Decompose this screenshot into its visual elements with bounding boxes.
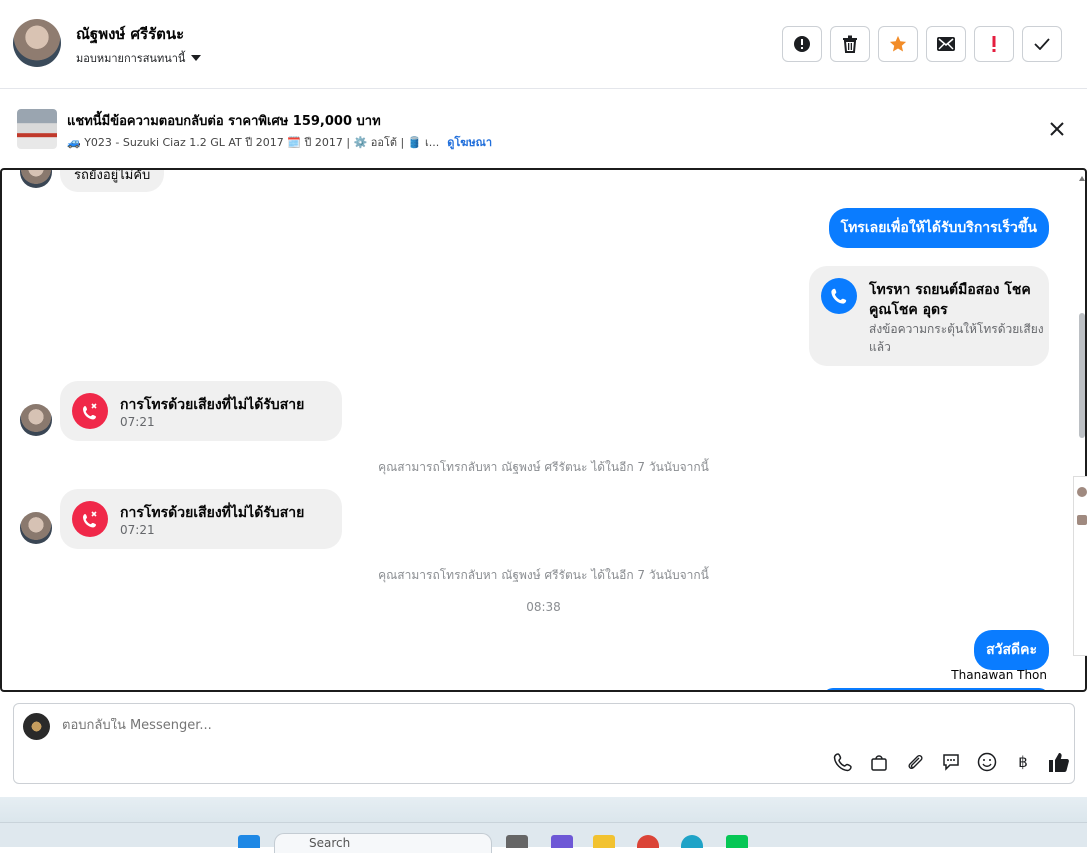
contact-avatar-small <box>20 512 52 544</box>
missed-call-time: 07:21 <box>120 523 155 537</box>
sender-name: Thanawan Thon <box>951 668 1047 682</box>
outgoing-message[interactable]: สวัสดีคะ <box>974 630 1049 670</box>
listing-subtitle-row: 🚙 Y023 - Suzuki Ciaz 1.2 GL AT ปี 2017 🗓… <box>67 133 492 151</box>
mark-unread-button[interactable] <box>926 26 966 62</box>
reply-composer: ฿ <box>13 703 1075 784</box>
callback-note: คุณสามารถโทรกลับหา ณัฐพงษ์ ศรีรัตนะ ได้ใ… <box>378 568 709 582</box>
listing-title: แชทนี้มีข้อความตอบกลับต่อ ราคาพิเศษ 159,… <box>67 114 381 129</box>
saved-reply-icon[interactable] <box>940 751 962 773</box>
missed-call-title: การโทรด้วยเสียงที่ไม่ได้รับสาย <box>120 397 305 413</box>
composer-toolbar: ฿ <box>832 751 1070 773</box>
call-prompt-card[interactable]: โทรหา รถยนต์มือสอง โชคคูณโชค อุดร ส่งข้อ… <box>809 266 1049 366</box>
report-button[interactable] <box>782 26 822 62</box>
assign-label: มอบหมายการสนทนานี้ <box>76 52 186 65</box>
baht-icon[interactable]: ฿ <box>1012 751 1034 773</box>
view-ad-link[interactable]: ดูโฆษณา <box>447 133 492 151</box>
taskbar-search[interactable]: Search <box>274 833 492 853</box>
missed-call-icon <box>72 393 108 429</box>
star-icon <box>889 35 907 52</box>
chrome-icon[interactable] <box>637 835 659 848</box>
envelope-icon <box>937 37 955 51</box>
scroll-thumb[interactable] <box>1079 313 1085 438</box>
call-prompt-title: โทรหา รถยนต์มือสอง โชคคูณโชค อุดร <box>869 282 1031 318</box>
missed-call-time: 07:21 <box>120 415 155 429</box>
listing-banner: แชทนี้มีข้อความตอบกลับต่อ ราคาพิเศษ 159,… <box>0 90 1087 168</box>
edge-icon[interactable] <box>681 835 703 848</box>
callback-note: คุณสามารถโทรกลับหา ณัฐพงษ์ ศรีรัตนะ ได้ใ… <box>378 460 709 474</box>
assign-conversation-dropdown[interactable]: มอบหมายการสนทนานี้ <box>76 49 202 67</box>
chat-head-avatar[interactable] <box>1077 487 1087 497</box>
scroll-up-arrow[interactable] <box>1079 176 1085 181</box>
incoming-message[interactable]: รถยังอยู่ไม่คับ <box>60 168 165 192</box>
chevron-down-icon <box>191 55 202 61</box>
star-button[interactable] <box>878 26 918 62</box>
page-avatar <box>23 713 50 740</box>
close-icon[interactable] <box>1047 119 1067 139</box>
file-explorer-icon[interactable] <box>593 835 615 848</box>
task-view-icon[interactable] <box>506 835 528 848</box>
delete-button[interactable] <box>830 26 870 62</box>
message-thread[interactable]: รถยังอยู่ไม่คับ โทรเลยเพื่อให้ได้รับบริก… <box>0 168 1087 692</box>
check-icon <box>1034 38 1050 50</box>
contact-avatar-small <box>20 404 52 436</box>
paperclip-icon[interactable] <box>904 751 926 773</box>
windows-taskbar: Search <box>0 822 1087 853</box>
desktop-background <box>0 797 1087 822</box>
exclamation-icon <box>992 36 996 52</box>
phone-icon[interactable] <box>832 751 854 773</box>
missed-call-title: การโทรด้วยเสียงที่ไม่ได้รับสาย <box>120 505 305 521</box>
conversation-header: ณัฐพงษ์ ศรีรัตนะ มอบหมายการสนทนานี้ <box>0 0 1087 89</box>
outgoing-message[interactable]: โทรเลยเพื่อให้ได้รับบริการเร็วขึ้น <box>828 208 1049 248</box>
start-icon[interactable] <box>238 835 260 848</box>
thumbs-up-icon[interactable] <box>1048 751 1070 773</box>
missed-call-card[interactable]: การโทรด้วยเสียงที่ไม่ได้รับสาย 07:21 <box>60 381 342 441</box>
copilot-icon[interactable] <box>551 835 573 848</box>
missed-call-card[interactable]: การโทรด้วยเสียงที่ไม่ได้รับสาย 07:21 <box>60 489 342 549</box>
emoji-icon[interactable] <box>976 751 998 773</box>
done-button[interactable] <box>1022 26 1062 62</box>
phone-icon <box>821 278 857 314</box>
line-icon[interactable] <box>726 835 748 848</box>
contact-avatar[interactable] <box>13 19 61 67</box>
message-text: รถยังอยู่ไม่คับ <box>74 168 151 183</box>
outgoing-message-partial <box>823 688 1049 690</box>
side-chat-heads[interactable] <box>1073 476 1087 656</box>
message-timestamp: 08:38 <box>526 600 561 614</box>
contact-avatar-small <box>20 170 52 188</box>
call-prompt-subtitle: ส่งข้อความกระตุ้นให้โทรด้วยเสียงแล้ว <box>869 322 1044 354</box>
shopping-bag-icon[interactable] <box>868 751 890 773</box>
listing-thumbnail[interactable] <box>17 109 57 149</box>
reply-input[interactable] <box>62 718 762 733</box>
taskbar-search-text: Search <box>309 836 351 850</box>
listing-subtitle: 🚙 Y023 - Suzuki Ciaz 1.2 GL AT ปี 2017 🗓… <box>67 136 440 149</box>
contact-name[interactable]: ณัฐพงษ์ ศรีรัตนะ <box>76 22 184 46</box>
missed-call-icon <box>72 501 108 537</box>
inbox-app: ณัฐพงษ์ ศรีรัตนะ มอบหมายการสนทนานี้ แชทน… <box>0 0 1087 800</box>
exclamation-circle-icon <box>794 36 810 52</box>
trash-icon <box>843 35 857 53</box>
header-actions <box>782 26 1062 62</box>
chat-head-avatar[interactable] <box>1077 515 1087 525</box>
important-button[interactable] <box>974 26 1014 62</box>
